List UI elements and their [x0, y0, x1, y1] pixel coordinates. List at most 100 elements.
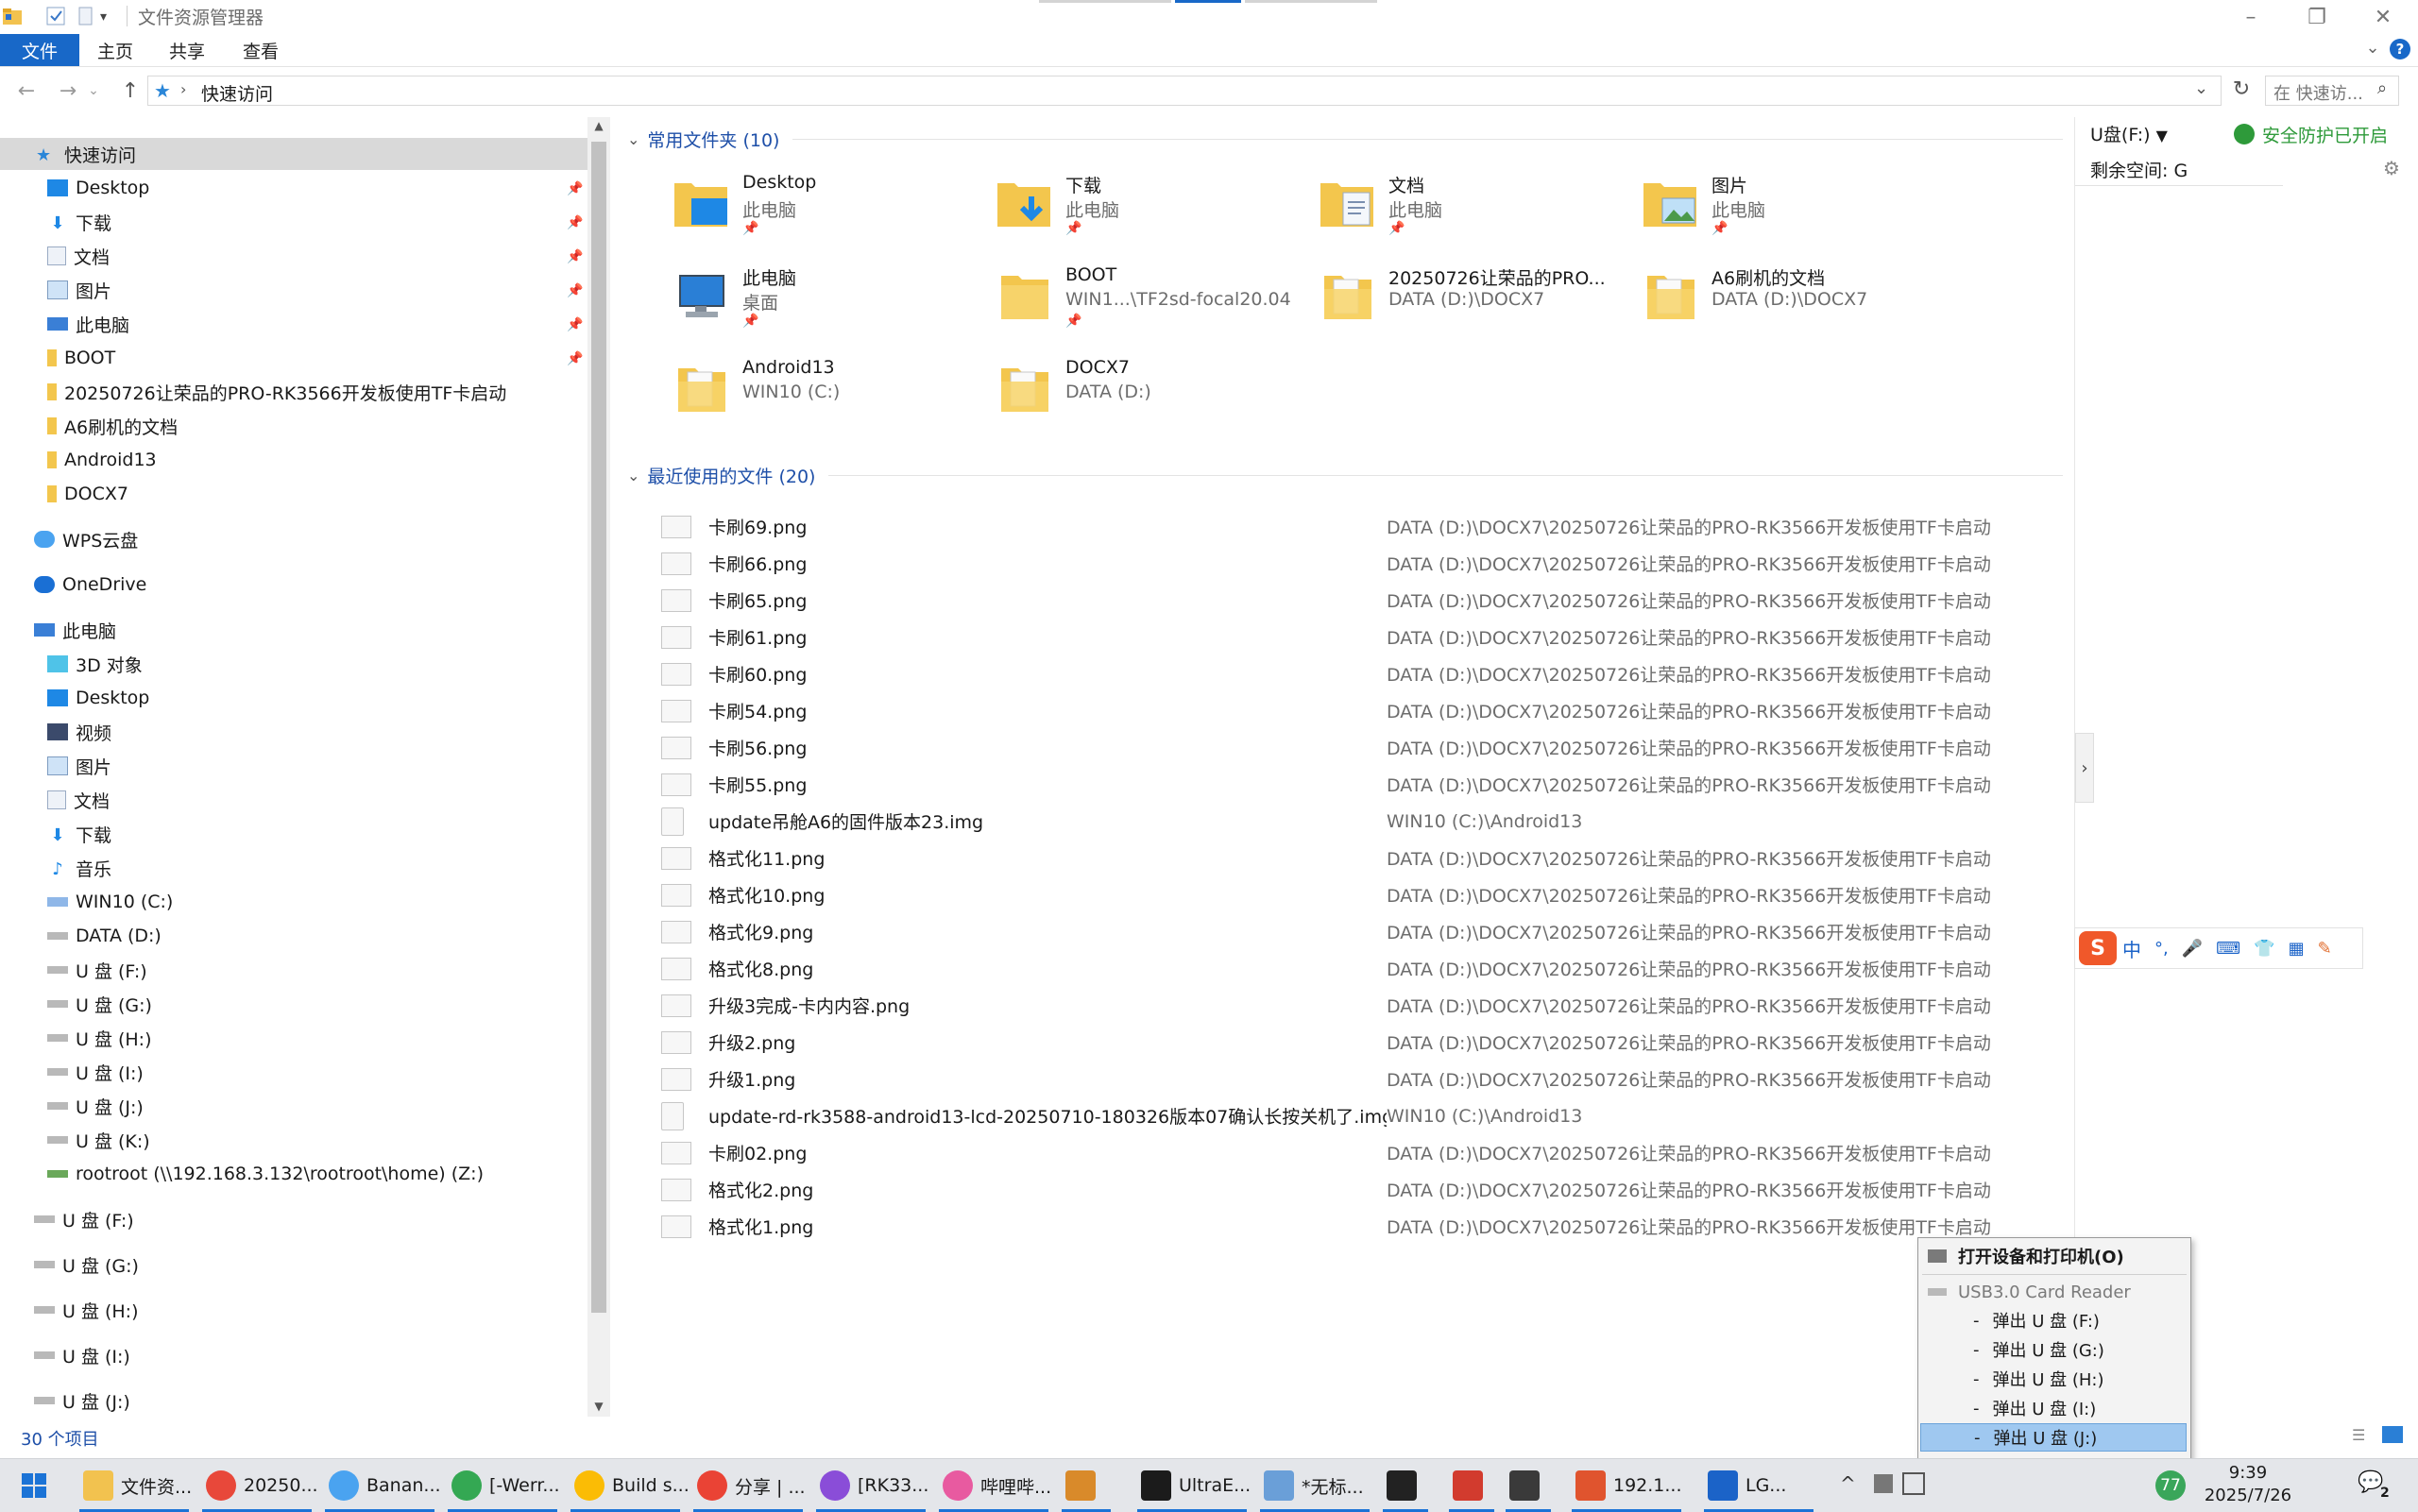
expand-ribbon-icon[interactable]: ⌄ [2361, 38, 2384, 60]
start-button[interactable] [13, 1459, 55, 1512]
taskbar-app[interactable]: [RK33... [812, 1459, 929, 1512]
recent-file-row[interactable]: 格式化11.png DATA (D:)\DOCX7\20250726让荣品的PRO… [661, 840, 2031, 876]
nav-drive-i[interactable]: U 盘 (I:) [0, 1339, 604, 1371]
help-icon[interactable]: ? [2390, 39, 2410, 59]
scroll-up-arrow-icon[interactable]: ▲ [591, 119, 606, 134]
back-arrow-icon[interactable]: ← [8, 74, 45, 108]
pin-icon[interactable]: 📌 [567, 215, 583, 230]
nav-pc-music[interactable]: ♪ 音乐 [0, 852, 604, 884]
tile-android13[interactable]: Android13 WIN10 (C:) [671, 355, 982, 440]
recent-file-row[interactable]: 卡刷69.png DATA (D:)\DOCX7\20250726让荣品的PRO-… [661, 508, 2031, 545]
tile-pictures[interactable]: 图片 此电脑 📌 [1640, 170, 1951, 255]
nav-pc-usb-f[interactable]: U 盘 (F:) [0, 954, 604, 986]
recent-file-row[interactable]: update-rd-rk3588-android13-lcd-20250710-… [661, 1097, 2031, 1134]
nav-pc-documents[interactable]: 文档 [0, 784, 604, 816]
nav-pc-3d[interactable]: 3D 对象 [0, 648, 604, 680]
tile-desktop[interactable]: Desktop 此电脑 📌 [671, 170, 982, 255]
drive-selector[interactable]: U盘(F:) ▼ [2090, 121, 2168, 146]
recent-file-row[interactable]: 卡刷65.png DATA (D:)\DOCX7\20250726让荣品的PRO-… [661, 582, 2031, 619]
punctuation-icon[interactable]: °, [2154, 939, 2169, 959]
collapse-chevron-icon[interactable]: ⌄ [627, 130, 639, 148]
recent-locations-chevron-icon[interactable]: ⌄ [83, 74, 104, 108]
pin-icon[interactable]: 📌 [567, 317, 583, 332]
eject-drive-item[interactable]: - 弹出 U 盘 (I:) [1920, 1394, 2239, 1422]
recent-file-row[interactable]: 升级2.png DATA (D:)\DOCX7\20250726让荣品的PRO-R… [661, 1024, 2031, 1061]
breadcrumb-path[interactable]: 快速访问 [201, 80, 273, 106]
address-bar[interactable]: ★ › 快速访问 ⌄ [147, 76, 2222, 106]
search-input[interactable]: 在 快速访... ⌕ [2265, 76, 2399, 106]
taskbar-app[interactable]: 哔哩哔... [935, 1459, 1052, 1512]
tab-file[interactable]: 文件 [0, 34, 79, 66]
tray-badge-icon[interactable]: 77 [2155, 1470, 2186, 1501]
taskbar-app[interactable]: 192.1... [1568, 1459, 1685, 1512]
recent-file-row[interactable]: 卡刷54.png DATA (D:)\DOCX7\20250726让荣品的PRO-… [661, 692, 2031, 729]
taskbar-app[interactable]: *无标... [1256, 1459, 1373, 1512]
tile-docx7[interactable]: DOCX7 DATA (D:) [994, 355, 1305, 440]
taskbar-app[interactable]: 20250... [198, 1459, 318, 1512]
ime-mode[interactable]: 中 [2122, 935, 2141, 962]
details-view-icon[interactable]: ☰ [2352, 1426, 2373, 1444]
nav-pc-drive-d[interactable]: DATA (D:) [0, 920, 604, 952]
recent-files-header[interactable]: ⌄ 最近使用的文件 (20) [627, 463, 2063, 488]
taskbar-app[interactable]: UltraE... [1133, 1459, 1251, 1512]
show-hidden-icons-chevron-icon[interactable]: ^ [1840, 1472, 1856, 1495]
close-button[interactable]: ✕ [2350, 0, 2416, 34]
up-arrow-icon[interactable]: ↑ [111, 74, 149, 108]
tile-tf-folder[interactable]: 20250726让荣品的PRO... DATA (D:)\DOCX7 [1317, 263, 1628, 348]
open-devices-printers-item[interactable]: 打开设备和打印机(O) [1920, 1242, 2194, 1270]
nav-pc-drive-c[interactable]: WIN10 (C:) [0, 886, 604, 918]
clock-date[interactable]: 2025/7/26 [2193, 1486, 2303, 1505]
collapse-chevron-icon[interactable]: ⌄ [627, 467, 639, 484]
taskbar-app[interactable]: Build s... [567, 1459, 690, 1512]
refresh-icon[interactable]: ↻ [2227, 77, 2256, 104]
taskbar-app[interactable] [1058, 1459, 1115, 1512]
nav-pc-pictures[interactable]: 图片 [0, 750, 604, 782]
customize-toolbar-icon[interactable]: ▾ [100, 9, 115, 25]
recent-file-row[interactable]: 格式化1.png DATA (D:)\DOCX7\20250726让荣品的PRO-… [661, 1208, 2031, 1245]
properties-quick-icon[interactable] [45, 6, 66, 26]
sogou-logo-icon[interactable]: S [2079, 931, 2117, 965]
tile-boot[interactable]: BOOT WIN1...\TF2sd-focal20.04 📌 [994, 263, 1305, 348]
tray-device-icon[interactable] [1874, 1474, 1893, 1493]
nav-quick-documents[interactable]: 文档 [0, 240, 604, 272]
recent-file-row[interactable]: 卡刷66.png DATA (D:)\DOCX7\20250726让荣品的PRO-… [661, 545, 2031, 582]
recent-file-row[interactable]: 格式化10.png DATA (D:)\DOCX7\20250726让荣品的PRO… [661, 876, 2031, 913]
nav-wps-cloud[interactable]: WPS云盘 [0, 523, 604, 555]
keyboard-icon[interactable]: ⌨ [2216, 939, 2240, 959]
taskbar-app[interactable] [1379, 1459, 1432, 1512]
nav-thispc[interactable]: 此电脑 [0, 614, 604, 646]
extra-tools-icon[interactable]: ✎ [2318, 939, 2332, 959]
tile-documents[interactable]: 文档 此电脑 📌 [1317, 170, 1628, 255]
gear-icon[interactable]: ⚙ [2383, 157, 2406, 179]
scroll-down-arrow-icon[interactable]: ▼ [591, 1400, 606, 1415]
skin-icon[interactable]: 👕 [2254, 939, 2274, 959]
recent-file-row[interactable]: 升级1.png DATA (D:)\DOCX7\20250726让荣品的PRO-R… [661, 1061, 2031, 1097]
recent-file-row[interactable]: 卡刷02.png DATA (D:)\DOCX7\20250726让荣品的PRO-… [661, 1134, 2031, 1171]
recent-file-row[interactable]: 卡刷60.png DATA (D:)\DOCX7\20250726让荣品的PRO-… [661, 655, 2031, 692]
eject-drive-item[interactable]: - 弹出 U 盘 (H:) [1920, 1365, 2239, 1393]
taskbar-app[interactable]: 文件资... [76, 1459, 193, 1512]
taskbar-app[interactable]: [-Werr... [444, 1459, 561, 1512]
tab-share[interactable]: 共享 [157, 34, 217, 66]
microphone-icon[interactable]: 🎤 [2182, 939, 2203, 959]
tile-thispc[interactable]: 此电脑 桌面 📌 [671, 263, 982, 348]
nav-quick-folder[interactable]: DOCX7 [0, 478, 604, 510]
nav-onedrive[interactable]: OneDrive [0, 569, 604, 601]
tile-downloads[interactable]: 下载 此电脑 📌 [994, 170, 1305, 255]
minimize-button[interactable]: – [2218, 0, 2284, 34]
breadcrumb-chevron-icon[interactable]: › [180, 80, 186, 98]
nav-quick-folder[interactable]: A6刷机的文档 [0, 410, 604, 442]
nav-quick-pictures[interactable]: 图片 [0, 274, 604, 306]
nav-pc-usb-h[interactable]: U 盘 (H:) [0, 1022, 604, 1054]
recent-file-row[interactable]: 格式化2.png DATA (D:)\DOCX7\20250726让荣品的PRO-… [661, 1171, 2031, 1208]
nav-pc-usb-g[interactable]: U 盘 (G:) [0, 988, 604, 1020]
pin-icon[interactable]: 📌 [567, 249, 583, 264]
nav-quick-downloads[interactable]: ⬇ 下载 [0, 206, 604, 238]
recent-file-row[interactable]: 升级3完成-卡内内容.png DATA (D:)\DOCX7\20250726让荣… [661, 987, 2031, 1024]
taskbar-app[interactable]: 分享 | ... [690, 1459, 807, 1512]
ime-toolbar[interactable]: S 中 °, 🎤 ⌨ 👕 ▦ ✎ [2074, 927, 2363, 969]
taskbar-app[interactable]: LG... [1700, 1459, 1817, 1512]
recent-file-row[interactable]: 格式化9.png DATA (D:)\DOCX7\20250726让荣品的PRO-… [661, 913, 2031, 950]
clock-time[interactable]: 9:39 [2201, 1463, 2295, 1483]
nav-pc-downloads[interactable]: ⬇ 下载 [0, 818, 604, 850]
